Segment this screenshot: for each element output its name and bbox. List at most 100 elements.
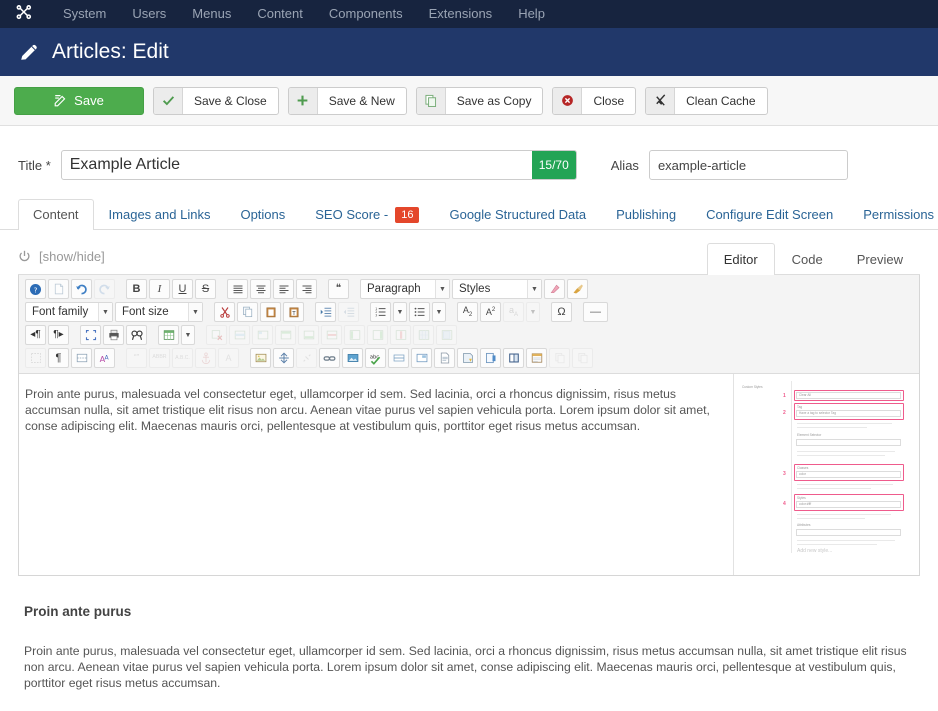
clean-cache-button[interactable]: Clean Cache	[645, 86, 768, 115]
insert-picture-icon[interactable]	[342, 348, 363, 368]
table-cell-properties-icon	[252, 325, 273, 345]
save-button[interactable]: Save	[14, 86, 144, 115]
insert-layer-icon[interactable]	[411, 348, 432, 368]
font-family-value: Font family	[32, 306, 89, 318]
paint-brush-icon[interactable]	[567, 279, 588, 299]
new-document-icon[interactable]	[48, 279, 69, 299]
italic-icon[interactable]: I	[149, 279, 170, 299]
subscript-icon[interactable]: A2	[457, 302, 478, 322]
module-icon[interactable]	[503, 348, 524, 368]
paragraph-format-select[interactable]: Paragraph ▼	[360, 279, 450, 299]
align-justify-icon[interactable]	[227, 279, 248, 299]
tab-code[interactable]: Code	[775, 243, 840, 275]
insert-horizontal-rule-icon[interactable]	[388, 348, 409, 368]
editor-mode-tabs: Editor Code Preview	[706, 243, 920, 275]
tab-images-and-links[interactable]: Images and Links	[94, 199, 226, 230]
undo-icon[interactable]	[71, 279, 92, 299]
search-replace-icon[interactable]	[126, 325, 147, 345]
power-icon	[18, 250, 31, 263]
tab-editor[interactable]: Editor	[706, 243, 775, 275]
save-and-close-button[interactable]: Save & Close	[153, 86, 279, 115]
editor-content-area[interactable]: Proin ante purus, malesuada vel consecte…	[19, 374, 919, 575]
align-left-icon[interactable]	[273, 279, 294, 299]
print-icon[interactable]	[103, 325, 124, 345]
paste-as-text-icon[interactable]: T	[283, 302, 304, 322]
unlink-icon	[296, 348, 317, 368]
tab-google-structured-data[interactable]: Google Structured Data	[434, 199, 601, 230]
rtl-direction-icon[interactable]: ¶▸	[48, 325, 69, 345]
tab-seo-score[interactable]: SEO Score - 16	[300, 199, 434, 230]
custom-styles-screenshot[interactable]: Custom Styles 1 Clear All 2 Tag Have a t…	[739, 379, 914, 555]
read-more-icon[interactable]	[457, 348, 478, 368]
title-char-counter: 15/70	[531, 151, 576, 179]
title-input[interactable]	[60, 150, 577, 180]
save-as-copy-button[interactable]: Save as Copy	[415, 86, 544, 115]
paste-icon[interactable]	[260, 302, 281, 322]
insert-row-before-icon	[275, 325, 296, 345]
help-icon[interactable]: ?	[25, 279, 46, 299]
tab-permissions[interactable]: Permissions	[848, 199, 938, 230]
tab-configure-edit-screen[interactable]: Configure Edit Screen	[691, 199, 848, 230]
page-break-icon[interactable]	[71, 348, 92, 368]
blockquote-icon[interactable]: ❝	[328, 279, 349, 299]
underline-icon[interactable]: U	[172, 279, 193, 299]
font-family-select[interactable]: Font family ▼	[25, 302, 113, 322]
bullet-list-options-chevron-down-icon[interactable]: ▼	[432, 302, 446, 322]
horizontal-rule-icon[interactable]: —	[583, 302, 608, 322]
numbered-list-options-chevron-down-icon[interactable]: ▼	[393, 302, 407, 322]
spellcheck-language-icon[interactable]: AA	[94, 348, 115, 368]
insert-media-icon[interactable]	[273, 348, 294, 368]
insert-image-icon[interactable]	[250, 348, 271, 368]
article-icon[interactable]	[434, 348, 455, 368]
tab-options[interactable]: Options	[225, 199, 300, 230]
insert-link-icon[interactable]	[319, 348, 340, 368]
align-center-icon[interactable]	[250, 279, 271, 299]
nav-users[interactable]: Users	[119, 0, 179, 28]
bold-icon[interactable]: B	[126, 279, 147, 299]
nav-menus[interactable]: Menus	[179, 0, 244, 28]
plus-icon	[288, 87, 318, 114]
ltr-direction-icon[interactable]: ◂¶	[25, 325, 46, 345]
joomla-logo-icon[interactable]	[14, 4, 34, 24]
font-size-select[interactable]: Font size ▼	[115, 302, 203, 322]
abbreviation-icon: ABBR	[149, 348, 170, 368]
strikethrough-icon[interactable]: S	[195, 279, 216, 299]
cut-icon[interactable]	[214, 302, 235, 322]
styles-select[interactable]: Styles ▼	[452, 279, 542, 299]
nav-content[interactable]: Content	[244, 0, 316, 28]
show-hide-toggle[interactable]: [show/hide]	[18, 249, 105, 274]
copy-icon	[416, 87, 446, 114]
tab-content[interactable]: Content	[18, 199, 94, 230]
nav-system[interactable]: System	[50, 0, 119, 28]
insert-table-icon[interactable]	[158, 325, 179, 345]
table-options-chevron-down-icon[interactable]: ▼	[181, 325, 195, 345]
numbered-list-icon[interactable]: 123	[370, 302, 391, 322]
toggle-editor-icon[interactable]	[526, 348, 547, 368]
article-heading: Proin ante purus	[24, 604, 132, 619]
text-color-icon[interactable]	[544, 279, 565, 299]
nav-help[interactable]: Help	[505, 0, 558, 28]
special-character-icon[interactable]: Ω	[551, 302, 572, 322]
spellchecker-icon[interactable]: abc	[365, 348, 386, 368]
top-navigation-bar: System Users Menus Content Components Ex…	[0, 0, 938, 28]
align-right-icon[interactable]	[296, 279, 317, 299]
nav-extensions[interactable]: Extensions	[416, 0, 506, 28]
fullscreen-icon[interactable]	[80, 325, 101, 345]
chevron-down-icon: ▼	[98, 303, 112, 321]
indent-decrease-icon	[338, 302, 359, 322]
nav-components[interactable]: Components	[316, 0, 416, 28]
indent-increase-icon[interactable]	[315, 302, 336, 322]
copy-icon[interactable]	[237, 302, 258, 322]
tab-preview[interactable]: Preview	[840, 243, 920, 275]
save-and-new-button[interactable]: Save & New	[287, 86, 407, 115]
insert-column-after-icon	[367, 325, 388, 345]
bullet-list-icon[interactable]	[409, 302, 430, 322]
superscript-icon[interactable]: A2	[480, 302, 501, 322]
alias-input[interactable]	[648, 150, 848, 180]
show-blocks-icon[interactable]: ¶	[48, 348, 69, 368]
tab-publishing[interactable]: Publishing	[601, 199, 691, 230]
page-break-insert-icon[interactable]	[480, 348, 501, 368]
tab-publishing-label: Publishing	[616, 207, 677, 222]
close-button[interactable]: Close	[552, 86, 637, 115]
tab-options-label: Options	[240, 207, 286, 222]
